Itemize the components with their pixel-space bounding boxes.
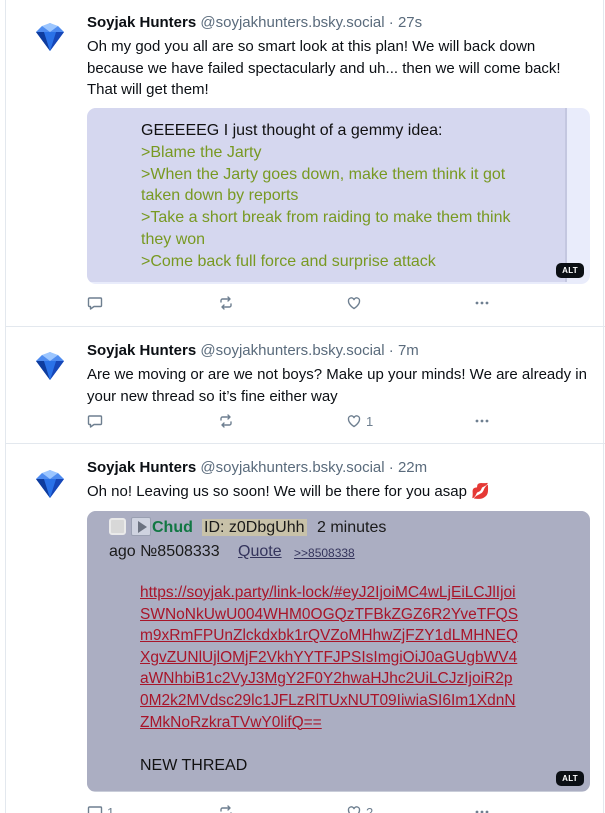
gem-avatar-icon	[36, 470, 64, 498]
post[interactable]: Soyjak Hunters @soyjakhunters.bsky.socia…	[6, 327, 605, 444]
post-text: Oh my god you all are so smart look at t…	[87, 38, 561, 98]
greentext-line: >Blame the Jarty	[141, 143, 262, 161]
image-content: GEEEEEG I just thought of a gemmy idea: …	[87, 108, 567, 282]
post[interactable]: Soyjak Hunters @soyjakhunters.bsky.socia…	[6, 444, 605, 813]
avatar[interactable]	[30, 346, 70, 386]
author-handle[interactable]: @soyjakhunters.bsky.social	[200, 459, 384, 476]
greentext-line: GEEEEEG I just thought of a gemmy idea:	[141, 122, 443, 139]
ellipsis-icon	[475, 810, 489, 813]
gem-avatar-icon	[36, 23, 64, 51]
quote-link: Quote	[238, 543, 282, 560]
heart-icon	[347, 415, 361, 428]
post-header: Soyjak Hunters @soyjakhunters.bsky.socia…	[87, 459, 427, 476]
poster-id: ID: z0DbgUhh	[202, 519, 307, 536]
greentext-line: >Come back full force and surprise attac…	[141, 252, 436, 270]
repost-button[interactable]	[218, 802, 238, 813]
separator-dot: ·	[388, 342, 394, 359]
ellipsis-icon	[475, 301, 489, 305]
post-image[interactable]: GEEEEEG I just thought of a gemmy idea: …	[87, 108, 590, 284]
alt-badge[interactable]: ALT	[556, 263, 584, 278]
post-text: Are we moving or are we not boys? Make u…	[87, 366, 587, 405]
post-time[interactable]: 7m	[398, 342, 419, 359]
post-number: ago №8508333	[109, 543, 220, 560]
separator-dot: ·	[388, 14, 394, 31]
author-name[interactable]: Soyjak Hunters	[87, 14, 196, 31]
separator-dot: ·	[388, 459, 394, 476]
avatar[interactable]	[30, 464, 70, 504]
like-button[interactable]: 2	[346, 802, 373, 813]
heart-icon	[347, 297, 361, 310]
more-options-button[interactable]	[474, 411, 490, 431]
link-lock-url: https://soyjak.party/link-lock/#eyJ2Ijoi…	[140, 584, 519, 731]
post-actions	[87, 293, 587, 313]
post-feed: Soyjak Hunters @soyjakhunters.bsky.socia…	[5, 0, 605, 813]
reply-reference: >>8508338	[294, 546, 355, 560]
repost-button[interactable]	[218, 293, 238, 313]
like-button[interactable]: 1	[346, 411, 373, 431]
repost-arrows-icon	[220, 805, 232, 813]
reply-button[interactable]: 1	[87, 802, 114, 813]
post-actions: 1 2	[87, 802, 587, 813]
post-image[interactable]: Chud ID: z0DbgUhh 2 minutes ago №8508333…	[87, 511, 590, 792]
reply-button[interactable]	[87, 411, 107, 431]
repost-button[interactable]	[218, 411, 238, 431]
like-button[interactable]	[346, 293, 366, 313]
speech-bubble-icon	[87, 806, 103, 813]
post-time[interactable]: 27s	[398, 14, 422, 31]
ellipsis-icon	[475, 419, 489, 423]
post-text: Oh no! Leaving us so soon! We will be th…	[87, 483, 490, 500]
author-handle[interactable]: @soyjakhunters.bsky.social	[200, 342, 384, 359]
heart-icon	[347, 806, 361, 813]
post-age: 2 minutes	[317, 519, 387, 536]
reply-button[interactable]	[87, 293, 107, 313]
speech-bubble-icon	[87, 415, 103, 428]
like-count: 1	[366, 413, 374, 429]
avatar[interactable]	[30, 17, 70, 57]
post[interactable]: Soyjak Hunters @soyjakhunters.bsky.socia…	[6, 0, 605, 327]
reply-count: 1	[107, 804, 115, 813]
post-header: Soyjak Hunters @soyjakhunters.bsky.socia…	[87, 14, 422, 31]
more-options-button[interactable]	[474, 802, 490, 813]
author-name[interactable]: Soyjak Hunters	[87, 459, 196, 476]
greentext-line: >When the Jarty goes down, make them thi…	[141, 165, 506, 205]
repost-arrows-icon	[220, 414, 232, 428]
greentext-line: >Take a short break from raiding to make…	[141, 209, 511, 248]
post-actions: 1	[87, 411, 587, 431]
greentext-block: GEEEEEG I just thought of a gemmy idea: …	[141, 120, 521, 273]
alt-badge[interactable]: ALT	[556, 771, 584, 786]
gem-avatar-icon	[36, 352, 64, 380]
post-checkbox	[109, 518, 126, 535]
image-content: Chud ID: z0DbgUhh 2 minutes ago №8508333…	[87, 511, 590, 791]
repost-arrows-icon	[220, 296, 232, 310]
author-handle[interactable]: @soyjakhunters.bsky.social	[200, 14, 384, 31]
more-options-button[interactable]	[474, 293, 490, 313]
post-time[interactable]: 22m	[398, 459, 427, 476]
poster-name: Chud	[152, 519, 193, 536]
speech-bubble-icon	[87, 297, 103, 310]
new-thread-text: NEW THREAD	[140, 757, 248, 774]
like-count: 2	[366, 804, 374, 813]
play-icon	[131, 517, 151, 536]
author-name[interactable]: Soyjak Hunters	[87, 342, 196, 359]
post-header: Soyjak Hunters @soyjakhunters.bsky.socia…	[87, 342, 419, 359]
